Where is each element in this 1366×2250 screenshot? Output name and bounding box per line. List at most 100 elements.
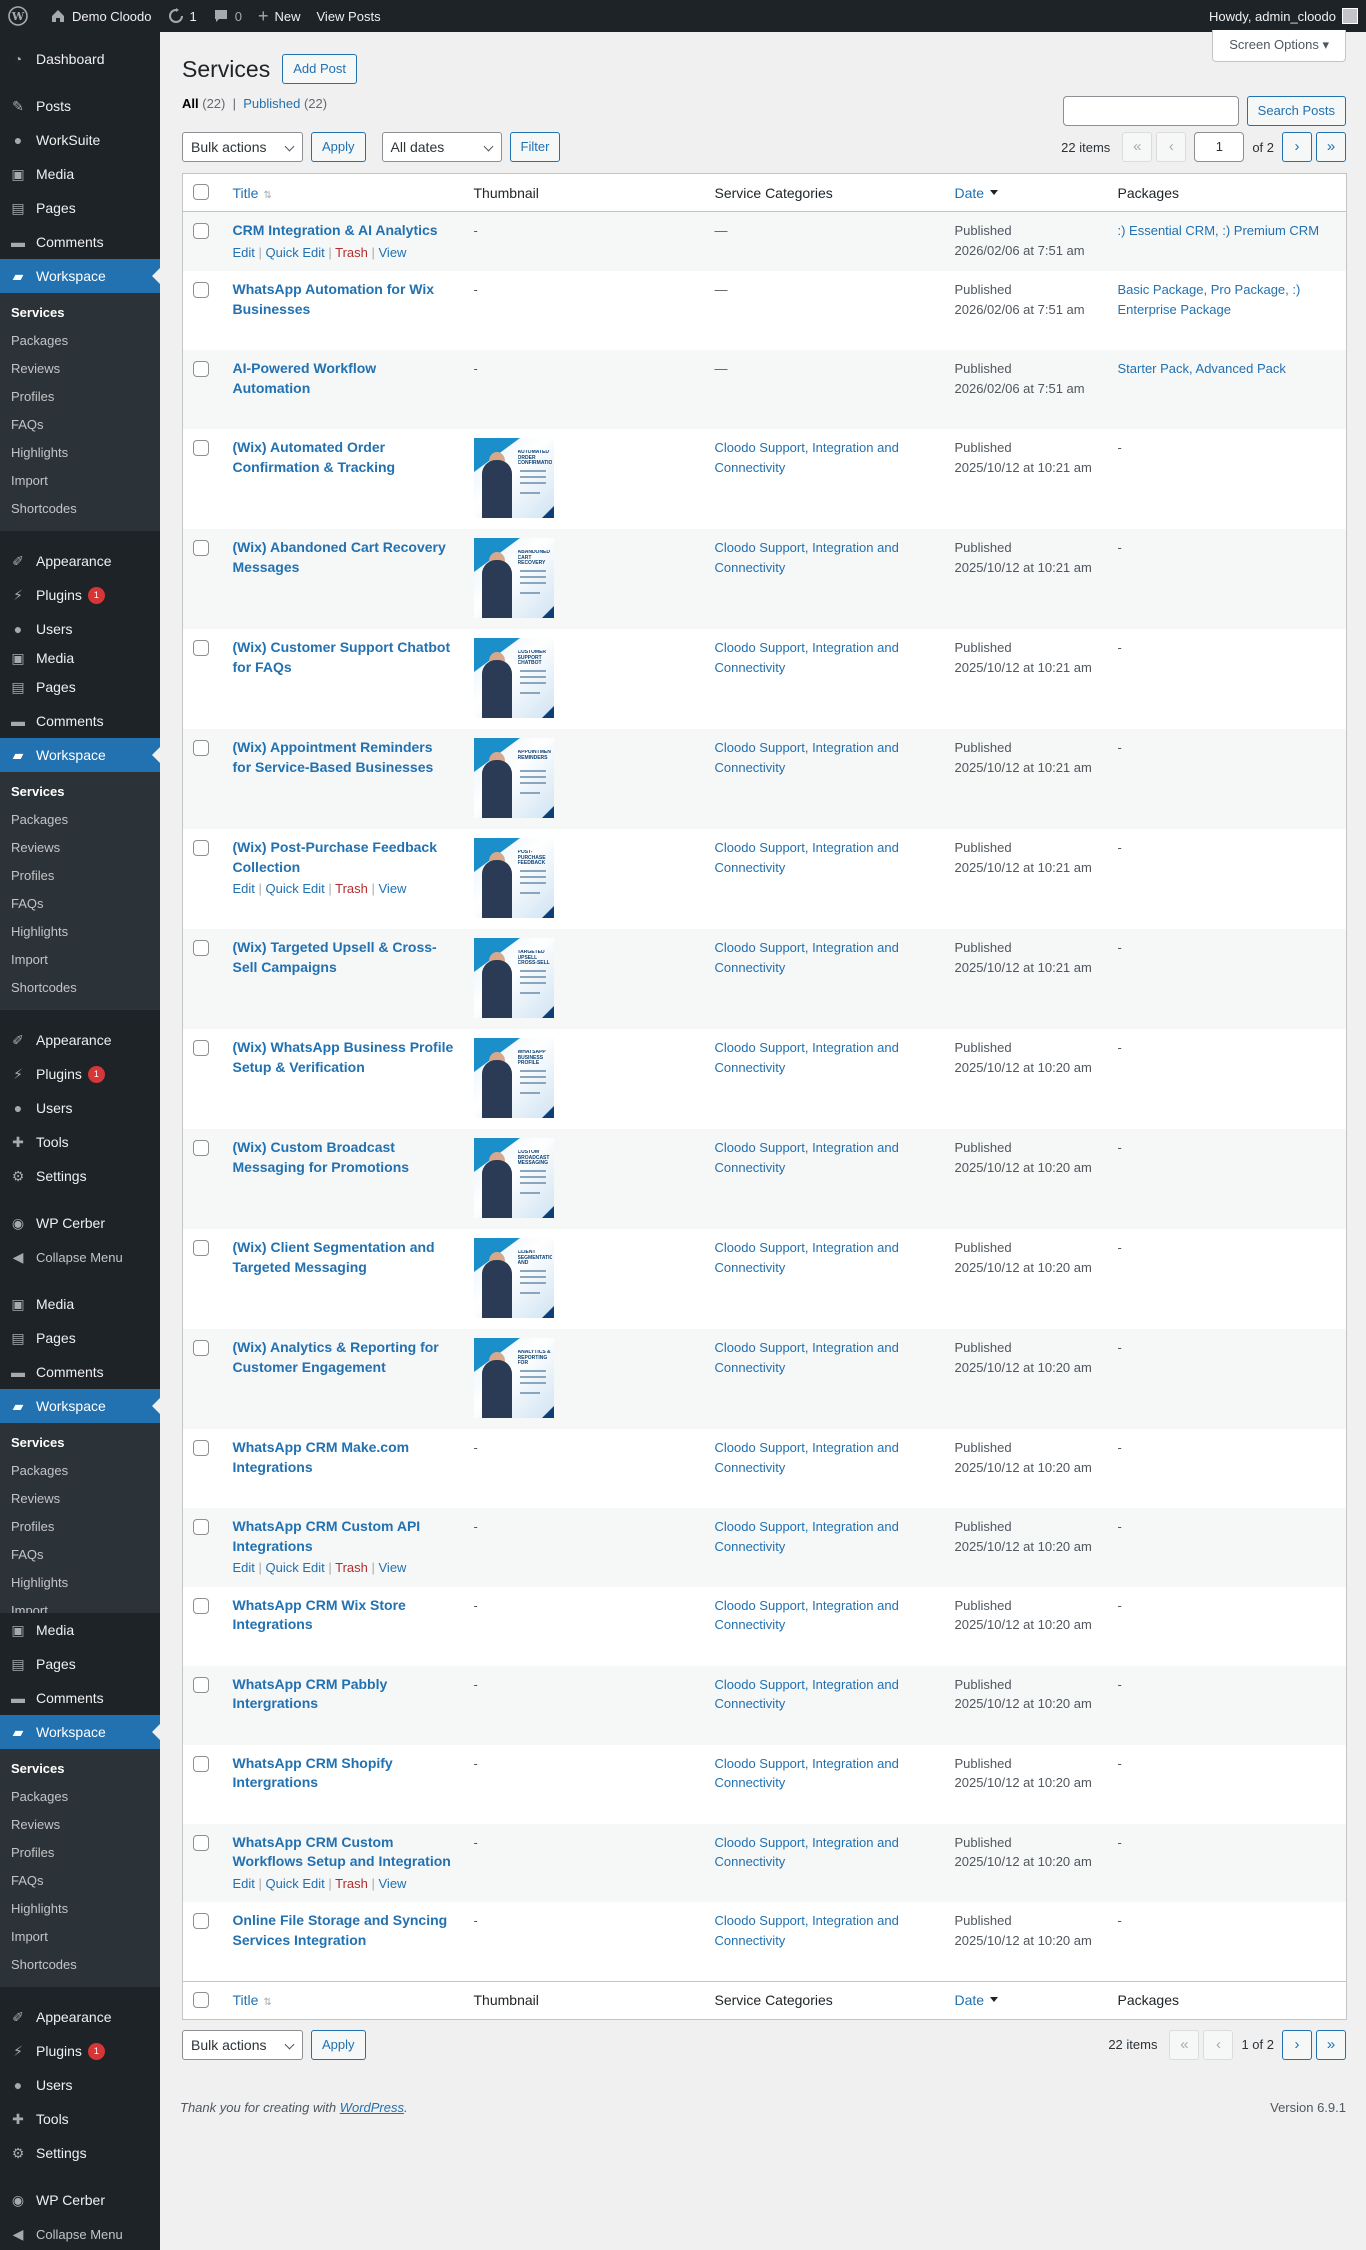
menu-pages-4[interactable]: ▤ Pages [0,1647,160,1681]
menu-wp-cerber-2[interactable]: ◉ WP Cerber [0,2183,160,2217]
wordpress-link[interactable]: WordPress [340,2100,404,2115]
submenu-import[interactable]: Import [0,467,160,495]
menu-worksuite[interactable]: ● WorkSuite [0,123,160,157]
submenu-shortcodes[interactable]: Shortcodes [0,495,160,523]
service-category-link[interactable]: Cloodo Support, Integration and Connecti… [715,940,899,975]
post-title-link[interactable]: WhatsApp Automation for Wix Businesses [233,281,435,317]
service-category-link[interactable]: Cloodo Support, Integration and Connecti… [715,1756,899,1791]
menu-settings-2[interactable]: ⚙ Settings [0,2136,160,2170]
packages-link[interactable]: Basic Package, Pro Package, :) Enterpris… [1118,282,1301,317]
menu-workspace-2[interactable]: ▰ Workspace [0,738,160,772]
menu-comments-3[interactable]: ▬ Comments [0,1355,160,1389]
submenu-profiles[interactable]: Profiles [0,1839,160,1867]
submenu-services[interactable]: Services [0,1429,160,1457]
submenu-profiles[interactable]: Profiles [0,862,160,890]
row-checkbox[interactable] [193,440,209,457]
thumbnail-image[interactable]: Automated Order Confirmation Tracking [473,438,554,519]
next-page-button[interactable]: › [1282,132,1312,162]
service-category-link[interactable]: Cloodo Support, Integration and Connecti… [715,1040,899,1075]
submenu-reviews[interactable]: Reviews [0,355,160,383]
service-category-link[interactable]: Cloodo Support, Integration and Connecti… [715,1598,899,1633]
row-checkbox[interactable] [193,1440,209,1457]
post-title-link[interactable]: (Wix) Abandoned Cart Recovery Messages [233,539,446,575]
submenu-services[interactable]: Services [0,1755,160,1783]
trash-link[interactable]: Trash [335,1876,368,1891]
menu-pages-3[interactable]: ▤ Pages [0,1321,160,1355]
service-category-link[interactable]: Cloodo Support, Integration and Connecti… [715,1440,899,1475]
menu-plugins[interactable]: ⚡ Plugins 1 [0,578,160,612]
submenu-highlights[interactable]: Highlights [0,439,160,467]
row-checkbox[interactable] [193,1519,209,1536]
thumbnail-image[interactable]: Appointment Reminders [473,738,554,819]
post-title-link[interactable]: (Wix) Client Segmentation and Targeted M… [233,1239,435,1275]
menu-appearance-2[interactable]: ✐ Appearance [0,1023,160,1057]
view-link[interactable]: View [379,245,407,260]
service-category-link[interactable]: Cloodo Support, Integration and Connecti… [715,640,899,675]
menu-settings[interactable]: ⚙ Settings [0,1159,160,1193]
submenu-services[interactable]: Services [0,778,160,806]
service-category-link[interactable]: Cloodo Support, Integration and Connecti… [715,1835,899,1870]
menu-media-3[interactable]: ▣ Media [0,1287,160,1321]
edit-link[interactable]: Edit [233,1876,255,1891]
select-all-checkbox-bottom[interactable] [193,1991,209,2008]
service-category-link[interactable]: Cloodo Support, Integration and Connecti… [715,540,899,575]
menu-users-2[interactable]: ● Users [0,1091,160,1125]
menu-users[interactable]: ● Users [0,612,160,646]
menu-comments[interactable]: ▬ Comments [0,225,160,259]
my-account[interactable]: Howdy, admin_cloodo [1209,8,1366,24]
row-checkbox[interactable] [193,1140,209,1157]
new-content-link[interactable]: + New [250,0,309,32]
row-checkbox[interactable] [193,1340,209,1357]
thumbnail-image[interactable]: WhatsApp Business Profile Verification [473,1038,554,1119]
post-title-link[interactable]: (Wix) WhatsApp Business Profile Setup & … [233,1039,454,1075]
service-category-link[interactable]: Cloodo Support, Integration and Connecti… [715,840,899,875]
menu-users-3[interactable]: ● Users [0,2068,160,2102]
post-title-link[interactable]: (Wix) Post-Purchase Feedback Collection [233,839,438,875]
row-checkbox[interactable] [193,1676,209,1693]
row-checkbox[interactable] [193,840,209,857]
trash-link[interactable]: Trash [335,881,368,896]
menu-posts[interactable]: ✎ Posts [0,89,160,123]
wordpress-logo-icon[interactable]: W [0,0,42,32]
select-all-checkbox[interactable] [193,184,209,200]
view-posts-link[interactable]: View Posts [309,0,389,32]
trash-link[interactable]: Trash [335,245,368,260]
view-link[interactable]: View [379,881,407,896]
menu-comments-2[interactable]: ▬ Comments [0,704,160,738]
thumbnail-image[interactable]: Post-Purchase Feedback Collection [473,838,554,919]
service-category-link[interactable]: Cloodo Support, Integration and Connecti… [715,1140,899,1175]
collapse-menu-2[interactable]: ◀ Collapse Menu [0,2217,160,2250]
menu-workspace[interactable]: ▰ Workspace [0,259,160,293]
thumbnail-image[interactable]: Client Segmentation and Targeted Messagi… [473,1238,554,1319]
submenu-highlights[interactable]: Highlights [0,1895,160,1923]
edit-link[interactable]: Edit [233,1560,255,1575]
row-checkbox[interactable] [193,223,209,239]
search-input[interactable] [1062,96,1239,126]
service-category-link[interactable]: Cloodo Support, Integration and Connecti… [715,1340,899,1375]
row-checkbox[interactable] [193,940,209,957]
submenu-shortcodes[interactable]: Shortcodes [0,974,160,1002]
post-title-link[interactable]: WhatsApp CRM Shopify Intergrations [233,1755,393,1791]
row-checkbox[interactable] [193,1597,209,1614]
site-name-link[interactable]: Demo Cloodo [42,0,160,32]
submenu-faqs[interactable]: FAQs [0,411,160,439]
add-post-button[interactable]: Add Post [282,54,357,84]
menu-appearance-3[interactable]: ✐ Appearance [0,2000,160,2034]
service-category-link[interactable]: Cloodo Support, Integration and Connecti… [715,1519,899,1554]
submenu-packages[interactable]: Packages [0,806,160,834]
submenu-import[interactable]: Import [0,1923,160,1951]
service-category-link[interactable]: Cloodo Support, Integration and Connecti… [715,440,899,475]
quick-edit-link[interactable]: Quick Edit [266,1876,325,1891]
post-title-link[interactable]: Online File Storage and Syncing Services… [233,1912,448,1948]
row-checkbox[interactable] [193,361,209,378]
bulk-actions-select-bottom[interactable]: Bulk actions [182,2029,303,2060]
updates-link[interactable]: 1 [160,0,205,32]
menu-wp-cerber[interactable]: ◉ WP Cerber [0,1206,160,1240]
trash-link[interactable]: Trash [335,1560,368,1575]
apply-button[interactable]: Apply [311,132,366,162]
submenu-services[interactable]: Services [0,299,160,327]
filter-button[interactable]: Filter [509,132,561,162]
submenu-highlights[interactable]: Highlights [0,918,160,946]
menu-dashboard[interactable]: ◔ Dashboard [0,42,160,76]
submenu-reviews[interactable]: Reviews [0,1811,160,1839]
